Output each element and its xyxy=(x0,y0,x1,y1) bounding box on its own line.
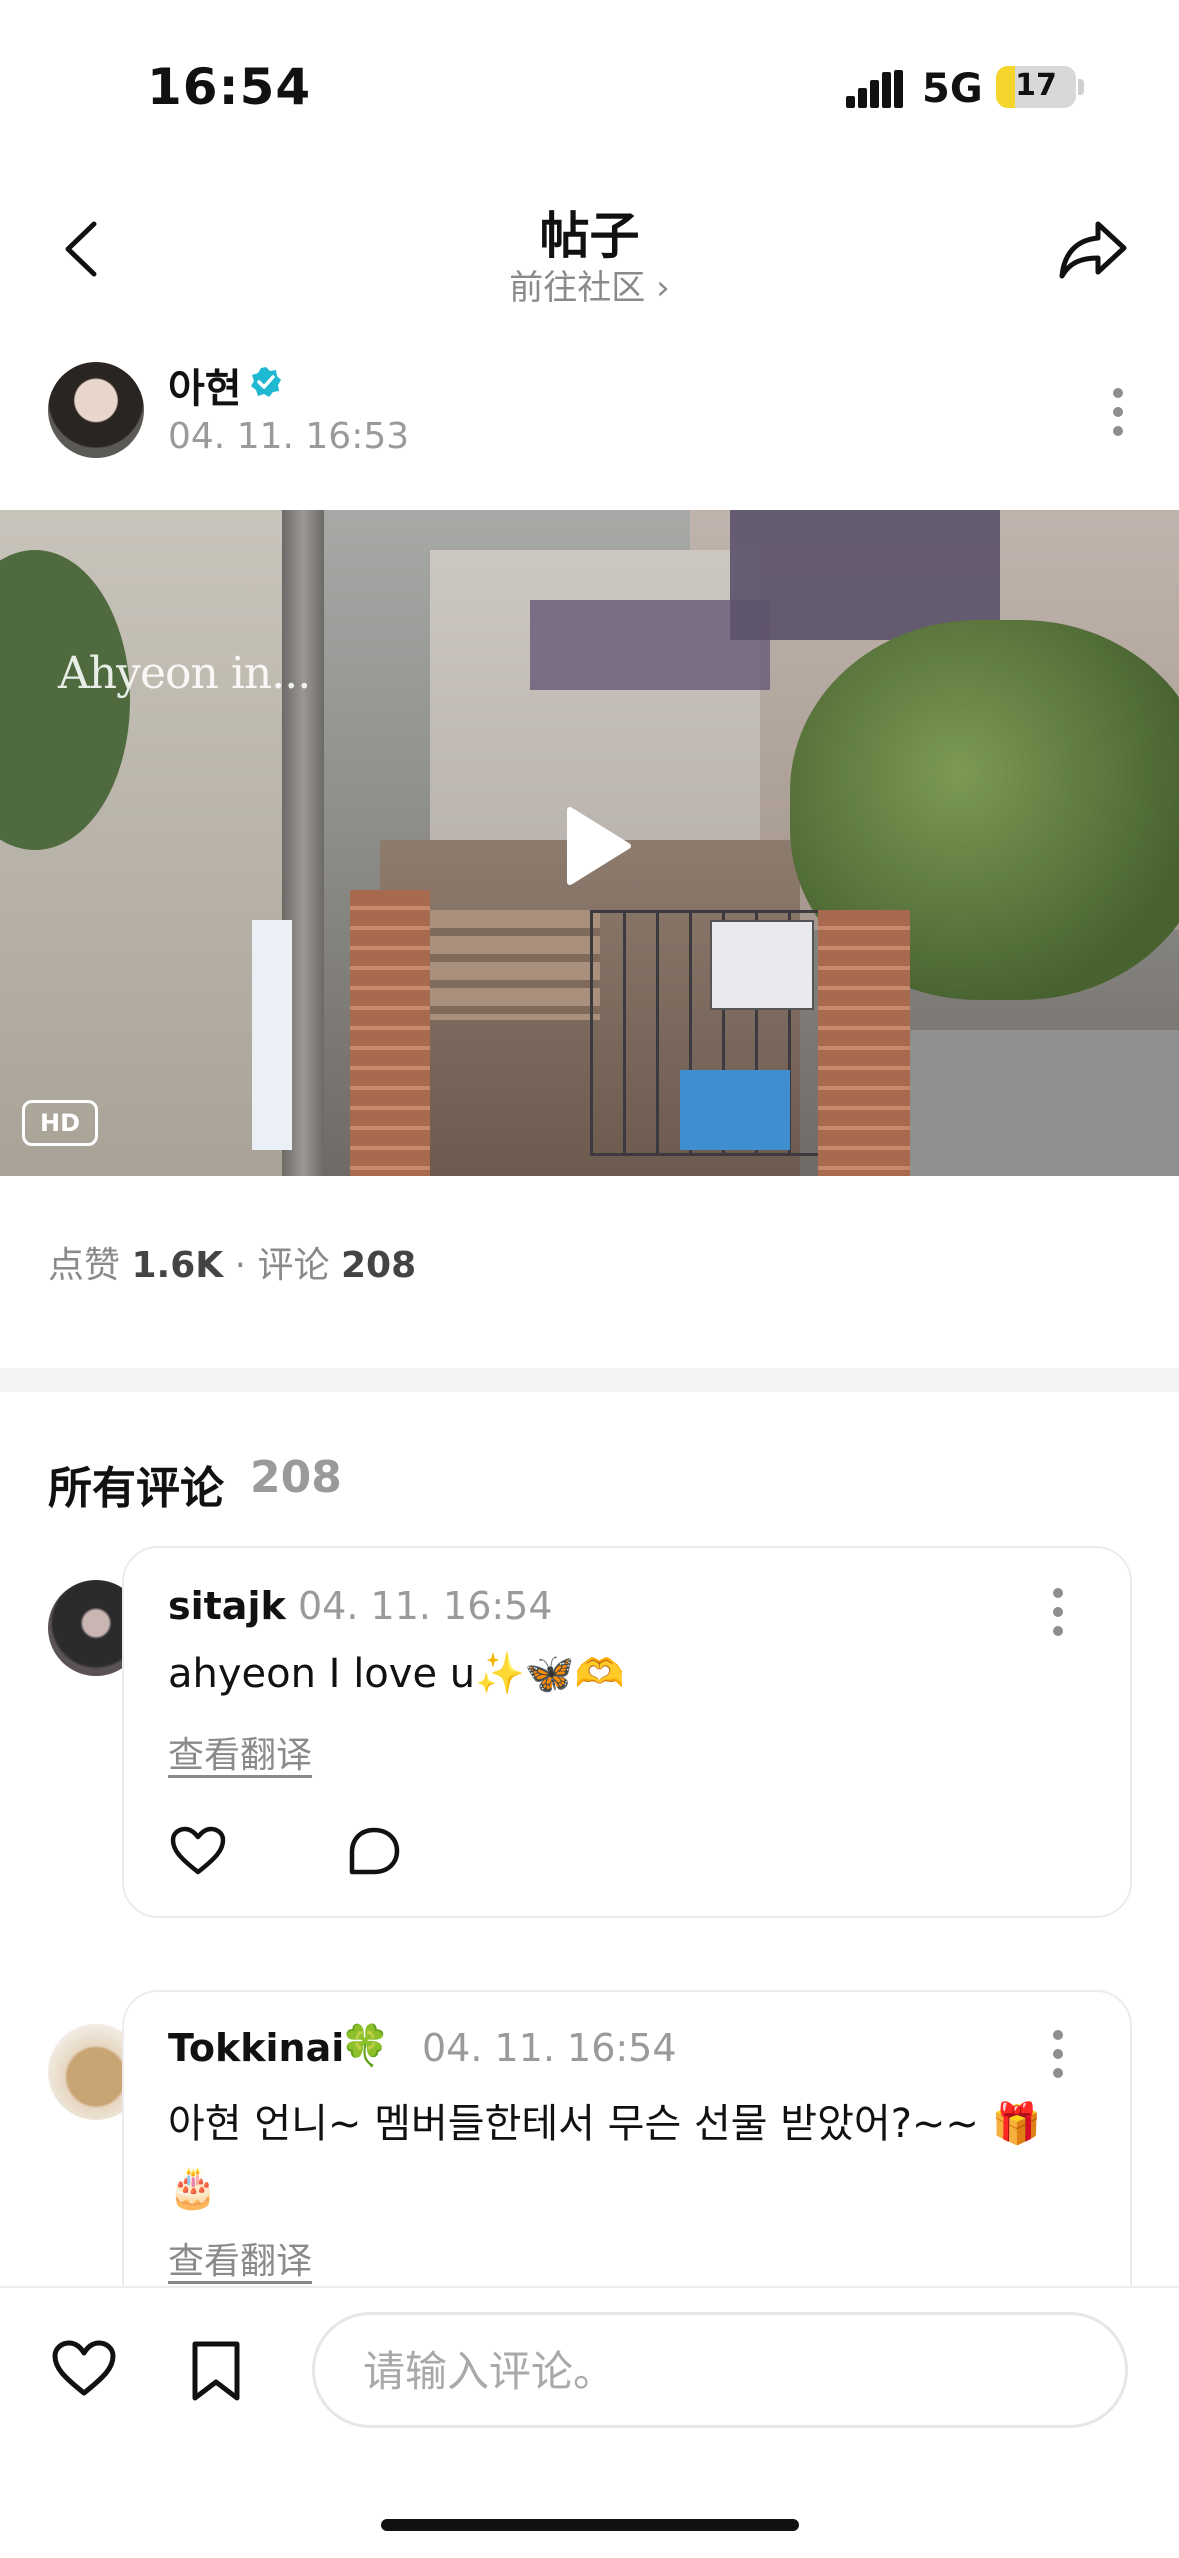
page-title: 帖子 xyxy=(539,207,640,265)
likes-label: 点赞 xyxy=(48,1245,121,1286)
home-indicator[interactable] xyxy=(381,2519,799,2531)
post-stats: 点赞 1.6K · 评论 208 xyxy=(48,1236,416,1288)
comment-input[interactable] xyxy=(361,2315,1065,2427)
section-divider xyxy=(0,1368,1179,1392)
comments-heading: 所有评论 xyxy=(48,1463,224,1514)
battery-cap xyxy=(1078,79,1084,95)
likes-count: 1.6K xyxy=(131,1245,224,1286)
view-translation-link[interactable]: 查看翻译 xyxy=(168,2232,312,2284)
verified-badge-icon xyxy=(251,367,281,397)
share-icon[interactable] xyxy=(1058,218,1128,280)
reply-bubble-icon[interactable] xyxy=(346,1826,402,1876)
clover-badge: 🍀 xyxy=(340,2023,390,2069)
comments-label: 评论 xyxy=(257,1245,330,1286)
hd-badge: HD xyxy=(22,1100,98,1146)
like-post-heart-icon[interactable] xyxy=(52,2340,116,2398)
like-heart-icon[interactable] xyxy=(170,1826,226,1876)
battery-percent: 17 xyxy=(1015,68,1057,103)
post-more-options-icon[interactable] xyxy=(1111,388,1125,448)
comments-count: 208 xyxy=(340,1245,417,1286)
play-icon[interactable] xyxy=(562,806,632,886)
stats-separator: · xyxy=(234,1245,247,1286)
comment-more-icon[interactable] xyxy=(1051,2030,1065,2090)
go-to-community-link[interactable]: 前往社区 › xyxy=(0,260,1179,309)
comment-username[interactable]: sitajk xyxy=(168,1584,286,1628)
author-avatar[interactable] xyxy=(48,362,144,458)
comment-more-icon[interactable] xyxy=(1051,1588,1065,1648)
comment-input-box[interactable] xyxy=(312,2312,1128,2428)
cellular-signal-icon xyxy=(846,70,903,108)
status-time: 16:54 xyxy=(147,58,312,116)
network-type: 5G xyxy=(922,66,983,112)
comment-username[interactable]: Tokkinai xyxy=(168,2026,344,2070)
video-watermark: Ahyeon in... xyxy=(58,648,311,699)
comment-text: 아현 언니~ 멤버들한테서 무슨 선물 받았어?~~ 🎁🎂 xyxy=(168,2101,1042,2211)
comment-time: 04. 11. 16:54 xyxy=(298,1584,553,1628)
view-translation-link[interactable]: 查看翻译 xyxy=(168,1726,312,1778)
post-video[interactable]: Ahyeon in... HD xyxy=(0,510,1179,1176)
author-name[interactable]: 아현 xyxy=(168,356,242,414)
comment-time: 04. 11. 16:54 xyxy=(422,2026,677,2070)
comments-heading-count: 208 xyxy=(250,1452,342,1503)
bookmark-icon[interactable] xyxy=(190,2340,242,2402)
comment-text: ahyeon I love u✨🦋🫶 xyxy=(168,1651,625,1697)
post-timestamp: 04. 11. 16:53 xyxy=(168,416,410,457)
battery-indicator: 17 xyxy=(996,66,1076,108)
